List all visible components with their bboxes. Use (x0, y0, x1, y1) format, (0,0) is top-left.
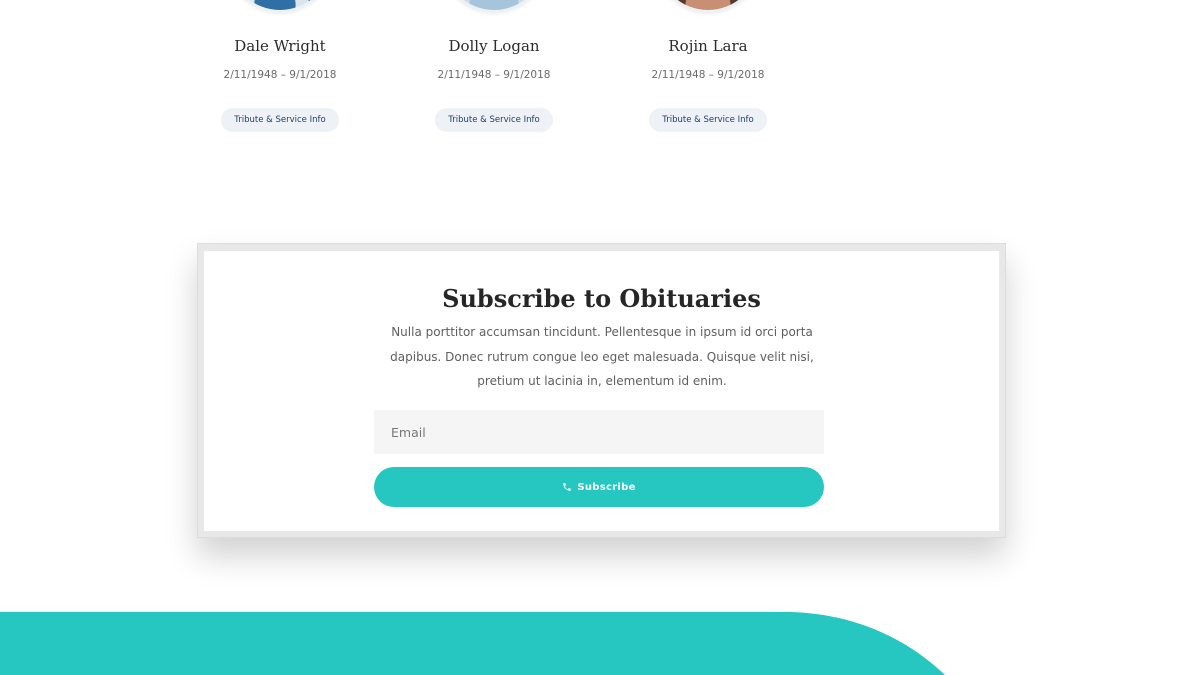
obituary-photo (226, 0, 334, 13)
obituary-list: Dale Wright 2/11/1948 – 9/1/2018 Tribute… (0, 0, 1200, 140)
subscribe-title: Subscribe to Obituaries (442, 284, 761, 313)
subscribe-panel: Subscribe to Obituaries Nulla porttitor … (204, 251, 999, 531)
footer-teal-shape (0, 612, 1200, 675)
email-field[interactable] (374, 410, 824, 454)
phone-icon (562, 482, 572, 492)
obituary-photo (654, 0, 762, 13)
obituary-photo (440, 0, 548, 13)
obituary-name: Rojin Lara (668, 37, 748, 55)
subscribe-box: Subscribe to Obituaries Nulla porttitor … (197, 243, 1006, 538)
obituary-dates: 2/11/1948 – 9/1/2018 (651, 69, 765, 81)
tribute-service-info-button[interactable]: Tribute & Service Info (221, 108, 339, 132)
obituary-dates: 2/11/1948 – 9/1/2018 (437, 69, 551, 81)
tribute-service-info-button[interactable]: Tribute & Service Info (435, 108, 553, 132)
obituary-name: Dale Wright (234, 37, 326, 55)
subscribe-button[interactable]: Subscribe (374, 467, 824, 507)
subscribe-button-label: Subscribe (577, 481, 636, 493)
subscribe-description: Nulla porttitor accumsan tincidunt. Pell… (390, 325, 814, 388)
obituary-name: Dolly Logan (448, 37, 540, 55)
tribute-service-info-button[interactable]: Tribute & Service Info (649, 108, 767, 132)
obituary-dates: 2/11/1948 – 9/1/2018 (223, 69, 337, 81)
